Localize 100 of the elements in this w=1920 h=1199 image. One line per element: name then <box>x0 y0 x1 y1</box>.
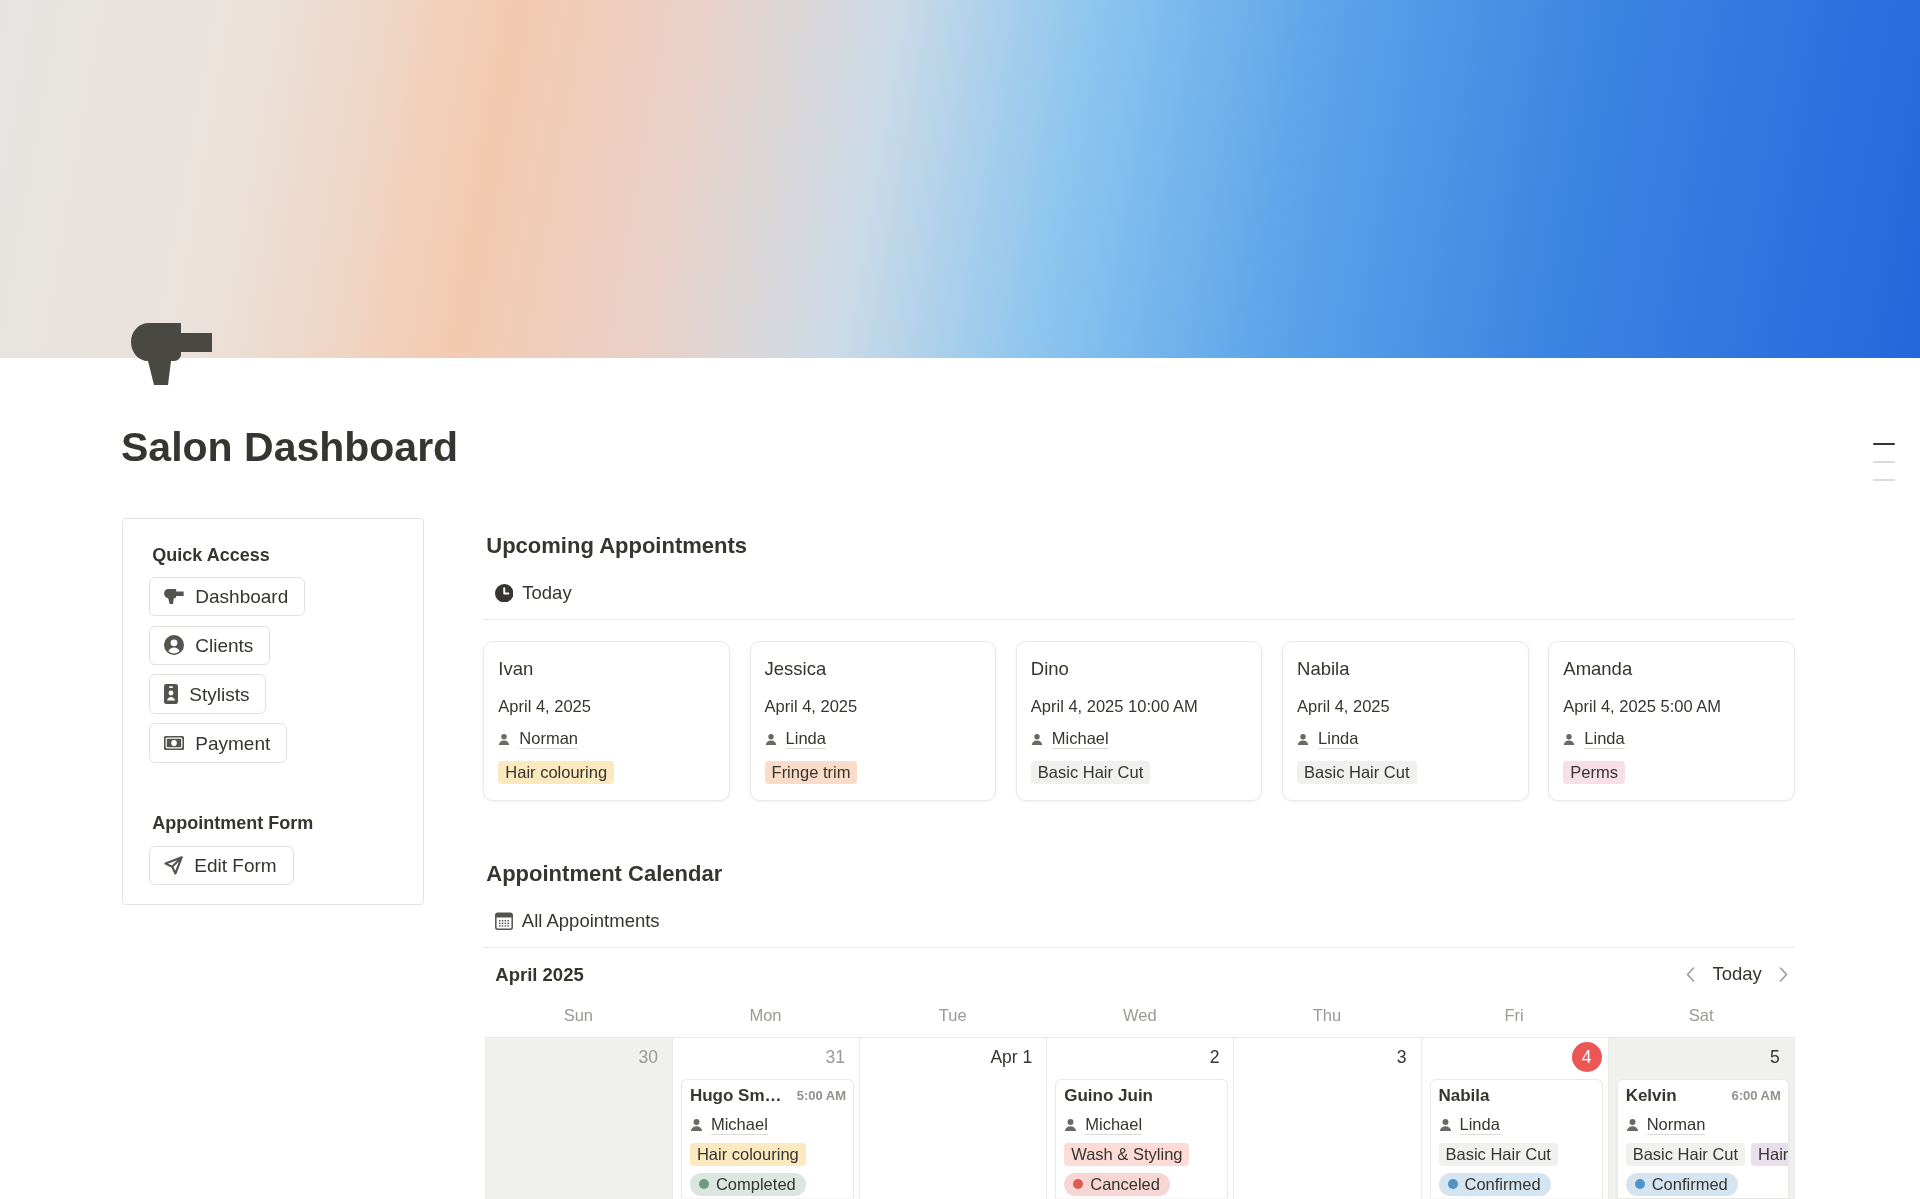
outline-marker-icon[interactable] <box>1873 479 1895 481</box>
person-icon <box>1625 1118 1639 1131</box>
status-label: Confirmed <box>1464 1173 1541 1195</box>
weekday-label: Wed <box>1121 1005 1158 1027</box>
client-name: Amanda <box>1563 656 1633 681</box>
client-name: Hugo Sm… <box>689 1084 782 1107</box>
id-badge-icon <box>164 684 179 705</box>
day-number: 2 <box>1208 1045 1221 1069</box>
person-icon <box>1438 1118 1452 1131</box>
service-tag: Basic Hair Cut <box>1030 760 1151 784</box>
client-name: Jessica <box>764 656 827 681</box>
service-tag: Basic Hair Cut <box>1297 760 1417 784</box>
month-label: April 2025 <box>495 962 584 987</box>
day-number: Apr 1 <box>989 1045 1034 1069</box>
sidebar-heading: Quick Access <box>151 543 270 567</box>
client-name: Nabila <box>1297 656 1350 681</box>
stylist-name: Linda <box>1459 1114 1500 1135</box>
stylist-name: Michael <box>1051 728 1109 749</box>
stylist-name: Linda <box>1584 728 1625 749</box>
appointment-date: April 4, 2025 10:00 AM <box>1030 695 1198 717</box>
event-time: 5:00 AM <box>796 1086 847 1105</box>
appointment-date: April 4, 2025 <box>1297 695 1390 717</box>
view-tab[interactable]: All Appointments <box>494 911 660 931</box>
service-tag: Perms <box>1563 760 1625 784</box>
service-tag: Basic Hair Cut <box>1625 1142 1746 1166</box>
person-icon <box>1030 732 1043 745</box>
nav-button[interactable]: Clients <box>149 625 271 666</box>
banknote-icon <box>164 736 185 751</box>
outline-marker-icon[interactable] <box>1873 443 1895 445</box>
client-name: Nabila <box>1438 1084 1490 1107</box>
nav-button[interactable]: Dashboard <box>149 576 306 617</box>
day-number: 3 <box>1395 1045 1408 1069</box>
weekday-label: Mon <box>748 1005 783 1027</box>
next-button[interactable] <box>1778 967 1788 982</box>
client-name: Ivan <box>498 656 534 681</box>
section-heading: Appointment Calendar <box>485 859 723 888</box>
weekday-label: Fri <box>1503 1005 1525 1027</box>
section-heading: Upcoming Appointments <box>485 531 748 560</box>
today-button[interactable]: Today <box>1712 965 1762 984</box>
appointment-date: April 4, 2025 <box>498 695 591 717</box>
nav-button[interactable]: Stylists <box>149 674 267 715</box>
nav-button[interactable]: Edit Form <box>149 845 294 886</box>
page-title: Salon Dashboard <box>121 423 459 472</box>
day-number: 5 <box>1769 1045 1781 1069</box>
weekday-label: Sun <box>562 1005 595 1027</box>
stylist-name: Michael <box>710 1114 768 1135</box>
client-name: Kelvin <box>1625 1084 1677 1107</box>
status-label: Confirmed <box>1651 1173 1728 1195</box>
hair-dryer-icon <box>130 323 213 385</box>
clock-icon <box>494 583 514 603</box>
previous-button[interactable] <box>1686 967 1696 982</box>
chevron-right-icon <box>1778 967 1788 982</box>
status-label: Completed <box>715 1173 796 1195</box>
event-card[interactable]: Nabila Linda Basic Hair Cut Confirmed <box>1429 1078 1603 1198</box>
nav-button[interactable]: Payment <box>149 723 288 763</box>
stylist-name: Linda <box>1318 728 1359 749</box>
stylist-name: Linda <box>785 728 826 749</box>
person-icon <box>764 732 777 745</box>
person-icon <box>498 732 511 745</box>
event-time: 6:00 AM <box>1731 1086 1781 1105</box>
stylist-name: Michael <box>1085 1114 1143 1135</box>
service-tag: Fringe trim <box>764 760 858 784</box>
weekday-label: Tue <box>937 1005 968 1027</box>
client-name: Dino <box>1030 656 1069 681</box>
status-label: Canceled <box>1090 1173 1160 1195</box>
appointment-date: April 4, 2025 <box>764 695 858 717</box>
event-card[interactable]: Guino Juin Michael Wash & Styling Canceled <box>1055 1078 1229 1198</box>
day-number: 30 <box>637 1045 659 1069</box>
chevron-left-icon <box>1686 967 1696 982</box>
event-card[interactable]: Kelvin 6:00 AM Norman Basic Hair Cut Hair Confirmed <box>1616 1078 1789 1198</box>
hair-dryer-icon <box>164 589 185 605</box>
service-tag: Hair <box>1751 1142 1788 1166</box>
day-number: 4 <box>1571 1042 1602 1072</box>
appointment-card[interactable]: Amanda April 4, 2025 5:00 AM Linda Perms <box>1548 640 1795 801</box>
user-circle-icon <box>164 635 185 656</box>
person-icon <box>1297 732 1310 745</box>
service-tag: Hair colouring <box>689 1142 806 1166</box>
service-tag: Hair colouring <box>498 760 615 784</box>
weekday-label: Sat <box>1687 1005 1715 1027</box>
event-card[interactable]: Hugo Sm… 5:00 AM Michael Hair colouring Completed <box>680 1078 855 1198</box>
person-icon <box>1563 732 1576 745</box>
person-icon <box>1064 1118 1078 1131</box>
appointment-card[interactable]: Jessica April 4, 2025 Linda Fringe trim <box>749 640 997 801</box>
sidebar-heading: Appointment Form <box>151 812 314 836</box>
appointment-date: April 4, 2025 5:00 AM <box>1563 695 1722 717</box>
appointment-card[interactable]: Nabila April 4, 2025 Linda Basic Hair Cut <box>1282 640 1529 801</box>
weekday-label: Thu <box>1311 1005 1343 1027</box>
appointment-card[interactable]: Ivan April 4, 2025 Norman Hair colouring <box>483 640 730 801</box>
calendar-icon <box>494 912 513 930</box>
paper-plane-icon <box>164 856 184 875</box>
service-tag: Basic Hair Cut <box>1438 1142 1558 1166</box>
outline-marker-icon[interactable] <box>1873 461 1895 463</box>
person-icon <box>689 1118 703 1131</box>
appointment-card[interactable]: Dino April 4, 2025 10:00 AM Michael Basic Hair Cut <box>1015 640 1263 801</box>
service-tag: Wash & Styling <box>1064 1142 1190 1166</box>
client-name: Guino Juin <box>1064 1084 1153 1107</box>
stylist-name: Norman <box>1646 1114 1706 1135</box>
view-tab[interactable]: Today <box>494 583 572 603</box>
stylist-name: Norman <box>519 728 578 749</box>
day-number: 31 <box>824 1045 847 1069</box>
